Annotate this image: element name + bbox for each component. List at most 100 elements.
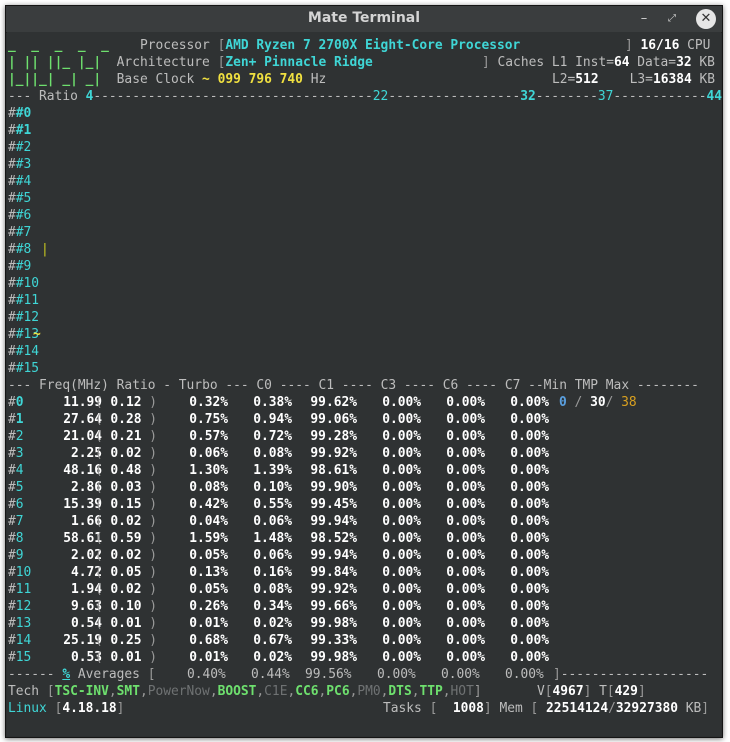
cell-c1: 99.92% <box>310 582 357 597</box>
cell-c0: 0.67% <box>253 633 292 648</box>
core-id: #15 <box>8 650 32 665</box>
cell-ratio: ( 0.02 ) <box>94 582 157 597</box>
cell-turbo: 0.04% <box>189 514 228 529</box>
cell-c1: 99.06% <box>310 412 357 427</box>
table-header: --- Freq(MHz) Ratio - Turbo --- C0 ---- … <box>8 378 699 393</box>
cell-c0: 0.02% <box>253 650 292 665</box>
tech-flag: PM0 <box>357 684 381 699</box>
cell-c6: 0.00% <box>446 548 485 563</box>
ratio-row: ##14 <box>8 344 40 359</box>
core-id: #13 <box>8 616 32 631</box>
cell-c0: 0.38% <box>253 395 292 410</box>
cell-c6: 0.00% <box>446 412 485 427</box>
close-button[interactable]: ✕ <box>696 9 716 29</box>
voltage-temp: V[4967] T[429] <box>537 684 646 699</box>
core-id: #3 <box>8 446 24 461</box>
cell-c7: 0.00% <box>510 514 549 529</box>
cell-turbo: 0.01% <box>189 616 228 631</box>
avg-c3: 0.00% <box>377 667 416 682</box>
cell-c3: 0.00% <box>382 514 421 529</box>
tech-flag: HOT <box>450 684 474 699</box>
cell-ratio: ( 0.02 ) <box>94 548 157 563</box>
cell-c1: 99.28% <box>310 429 357 444</box>
cell-c3: 0.00% <box>382 599 421 614</box>
cell-c0: 0.06% <box>253 548 292 563</box>
tech-flag: C1E <box>264 684 288 699</box>
cell-c6: 0.00% <box>446 446 485 461</box>
os-line: Linux [4.18.18] <box>8 701 125 716</box>
cpu-count: ] 16/16 CPU <box>625 38 711 53</box>
cell-ratio: ( 0.12 ) <box>94 395 157 410</box>
ratio-row: ##1 <box>8 123 32 138</box>
cell-c7: 0.00% <box>510 548 549 563</box>
cell-turbo: 1.30% <box>189 463 228 478</box>
cell-c6: 0.00% <box>446 599 485 614</box>
cell-ratio: ( 0.21 ) <box>94 429 157 444</box>
tech-flag: TSC-INV <box>54 684 109 699</box>
averages-row: ------ % Averages [ <box>8 667 156 682</box>
temperature-readout: 0 / 30/ 38 <box>559 395 637 410</box>
cell-c3: 0.00% <box>382 395 421 410</box>
cell-c1: 99.94% <box>310 514 357 529</box>
cell-c6: 0.00% <box>446 480 485 495</box>
cell-c1: 99.84% <box>310 565 357 580</box>
cell-ratio: ( 0.10 ) <box>94 599 157 614</box>
cell-turbo: 0.68% <box>189 633 228 648</box>
cell-turbo: 0.32% <box>189 395 228 410</box>
cell-c3: 0.00% <box>382 531 421 546</box>
cell-c6: 0.00% <box>446 565 485 580</box>
cell-c3: 0.00% <box>382 633 421 648</box>
cell-c0: 0.10% <box>253 480 292 495</box>
cell-c1: 99.94% <box>310 548 357 563</box>
cell-c6: 0.00% <box>446 395 485 410</box>
ratio-row: ##4 <box>8 174 32 189</box>
cell-c0: 1.39% <box>253 463 292 478</box>
cell-turbo: 0.05% <box>189 548 228 563</box>
cell-ratio: ( 0.01 ) <box>94 650 157 665</box>
logo-line-1: _ _ _ _ _ <box>8 38 109 53</box>
cell-c7: 0.00% <box>510 565 549 580</box>
cell-c0: 0.72% <box>253 429 292 444</box>
logo-line-3: |_||_| _| _| <box>8 72 102 87</box>
cell-c0: 0.08% <box>253 582 292 597</box>
cell-c7: 0.00% <box>510 599 549 614</box>
cell-c3: 0.00% <box>382 429 421 444</box>
cell-c7: 0.00% <box>510 446 549 461</box>
core-id: #12 <box>8 599 32 614</box>
cell-c3: 0.00% <box>382 497 421 512</box>
cell-c0: 0.06% <box>253 514 292 529</box>
terminal-window: Mate Terminal – ⤢ ✕ _ _ _ _ _ Processor … <box>5 5 723 738</box>
cell-turbo: 0.26% <box>189 599 228 614</box>
ratio-row: ##8 <box>8 242 32 257</box>
cell-c6: 0.00% <box>446 463 485 478</box>
cell-ratio: ( 0.15 ) <box>94 497 157 512</box>
cell-c1: 99.66% <box>310 599 357 614</box>
ratio-row: ##2 <box>8 140 32 155</box>
ratio-row: ##7 <box>8 225 32 240</box>
minimize-button[interactable]: – <box>634 9 654 29</box>
cell-c7: 0.00% <box>510 497 549 512</box>
cell-c7: 0.00% <box>510 650 549 665</box>
caches-l1: ] Caches L1 Inst=64 Data=32 KB <box>482 55 715 70</box>
title-bar[interactable]: Mate Terminal – ⤢ ✕ <box>6 6 722 33</box>
cell-c3: 0.00% <box>382 650 421 665</box>
terminal-content[interactable]: _ _ _ _ _ Processor [AMD Ryzen 7 2700X E… <box>7 32 722 736</box>
core-id: #14 <box>8 633 32 648</box>
ratio-row: ##5 <box>8 191 32 206</box>
tasks-mem: Tasks [ 1008] Mem [ 22514124/32927380 KB… <box>383 701 710 716</box>
cell-c1: 98.61% <box>310 463 357 478</box>
cell-c1: 99.92% <box>310 446 357 461</box>
core-id: #1 <box>8 412 24 427</box>
cell-c7: 0.00% <box>510 582 549 597</box>
tech-flag: TTP <box>419 684 443 699</box>
header-line-3: |_||_| _| _| Base Clock ~ 099 796 740 Hz <box>8 72 327 87</box>
maximize-button[interactable]: ⤢ <box>662 9 682 29</box>
tech-flag: SMT <box>116 684 140 699</box>
avg-c7: 0.00% <box>505 667 544 682</box>
cell-c7: 0.00% <box>510 531 549 546</box>
cell-turbo: 0.75% <box>189 412 228 427</box>
core-id: #4 <box>8 463 24 478</box>
cell-c0: 0.55% <box>253 497 292 512</box>
tech-flag: BOOST <box>217 684 257 699</box>
cell-c1: 99.90% <box>310 480 357 495</box>
